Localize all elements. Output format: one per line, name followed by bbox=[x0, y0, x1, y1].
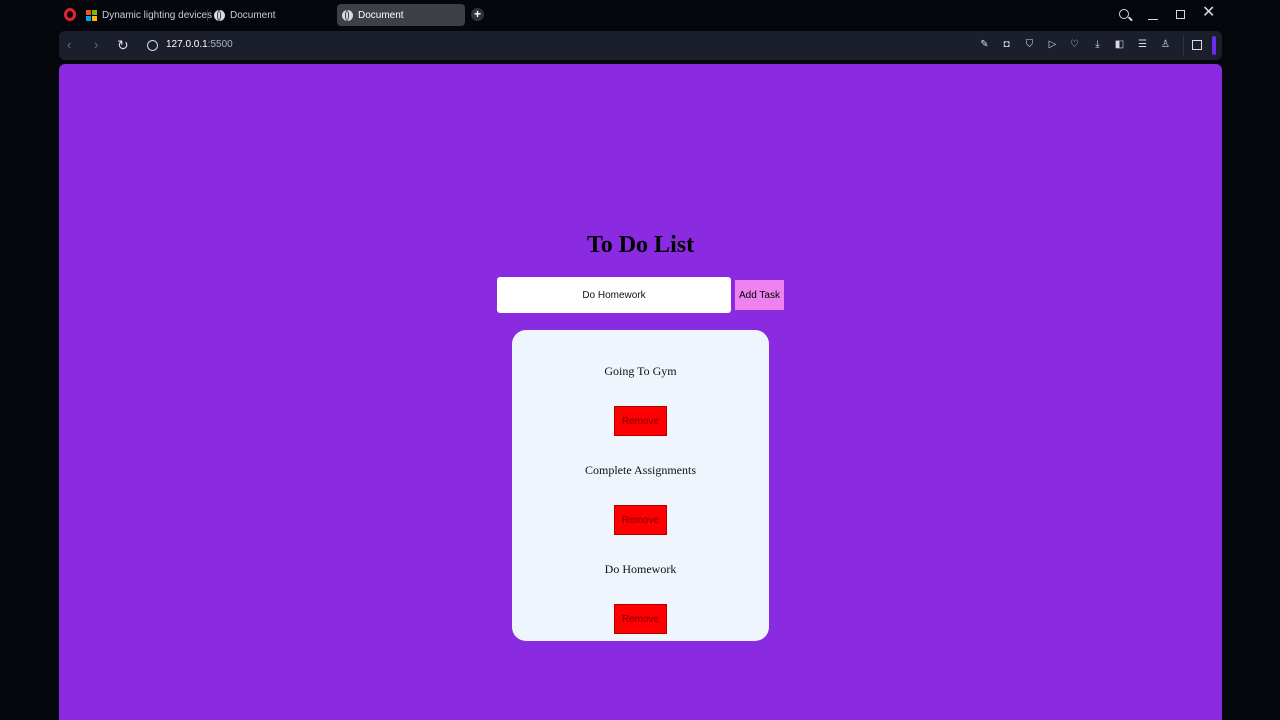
search-tabs-icon[interactable] bbox=[1119, 9, 1129, 19]
task-text: Going To Gym bbox=[604, 364, 677, 378]
sidebar-toggle[interactable] bbox=[1212, 36, 1216, 55]
list-item: Going To Gym Remove bbox=[512, 330, 769, 436]
battery-saver-icon[interactable]: ◧ bbox=[1114, 39, 1125, 50]
new-tab-button[interactable]: + bbox=[471, 8, 484, 21]
back-button[interactable]: ‹ bbox=[67, 37, 71, 53]
tab-dynamic-lighting[interactable]: Dynamic lighting devices bbox=[86, 4, 212, 26]
globe-icon bbox=[214, 9, 225, 21]
shield-icon[interactable]: ⛉ bbox=[1024, 39, 1035, 50]
tab-label: Document bbox=[230, 9, 276, 21]
extensions-cube-icon[interactable] bbox=[1192, 40, 1202, 50]
url-port: :5500 bbox=[207, 39, 233, 50]
download-icon[interactable]: ⤓ bbox=[1092, 39, 1103, 50]
page-viewport: To Do List Add Task Going To Gym Remove … bbox=[59, 64, 1222, 720]
tab-bar: Dynamic lighting devices Document Docume… bbox=[0, 0, 1280, 30]
camera-icon[interactable]: ◘ bbox=[1001, 39, 1012, 50]
url-field[interactable]: 127.0.0.1:5500 bbox=[166, 39, 233, 50]
list-item: Complete Assignments Remove bbox=[512, 429, 769, 535]
profile-icon[interactable]: ♙ bbox=[1160, 39, 1171, 50]
add-task-button[interactable]: Add Task bbox=[735, 280, 784, 310]
tab-document-active[interactable]: Document bbox=[337, 4, 465, 26]
task-input[interactable] bbox=[497, 277, 731, 313]
reload-button[interactable]: ↻ bbox=[117, 37, 129, 53]
address-bar: ‹ › ↻ 127.0.0.1:5500 ✎ ◘ ⛉ ▷ ♡ ⤓ ◧ ☰ ♙ bbox=[59, 31, 1222, 60]
toolbar-divider bbox=[1183, 35, 1184, 56]
microsoft-icon bbox=[86, 9, 97, 21]
tab-separator bbox=[207, 10, 208, 21]
remove-button[interactable]: Remove bbox=[614, 604, 667, 634]
settings-sliders-icon[interactable]: ☰ bbox=[1137, 39, 1148, 50]
opera-logo-icon[interactable] bbox=[64, 8, 76, 21]
site-info-icon[interactable] bbox=[147, 40, 158, 51]
forward-button[interactable]: › bbox=[94, 37, 98, 53]
tab-label: Dynamic lighting devices bbox=[102, 9, 213, 21]
task-text: Do Homework bbox=[604, 562, 677, 576]
restore-button[interactable] bbox=[1176, 10, 1185, 19]
task-text: Complete Assignments bbox=[585, 463, 696, 477]
url-host: 127.0.0.1 bbox=[166, 39, 208, 50]
edit-icon[interactable]: ✎ bbox=[979, 39, 990, 50]
close-window-button[interactable]: ✕ bbox=[1202, 5, 1215, 21]
tab-document[interactable]: Document bbox=[214, 4, 276, 26]
play-icon[interactable]: ▷ bbox=[1047, 39, 1058, 50]
list-item: Do Homework Remove bbox=[512, 528, 769, 634]
minimize-button[interactable] bbox=[1148, 19, 1158, 20]
tab-label: Document bbox=[358, 9, 404, 21]
heart-icon[interactable]: ♡ bbox=[1069, 39, 1080, 50]
task-list: Going To Gym Remove Complete Assignments… bbox=[512, 330, 769, 641]
page-title: To Do List bbox=[586, 232, 695, 258]
globe-icon bbox=[342, 9, 353, 21]
browser-window: Dynamic lighting devices Document Docume… bbox=[0, 0, 1280, 720]
